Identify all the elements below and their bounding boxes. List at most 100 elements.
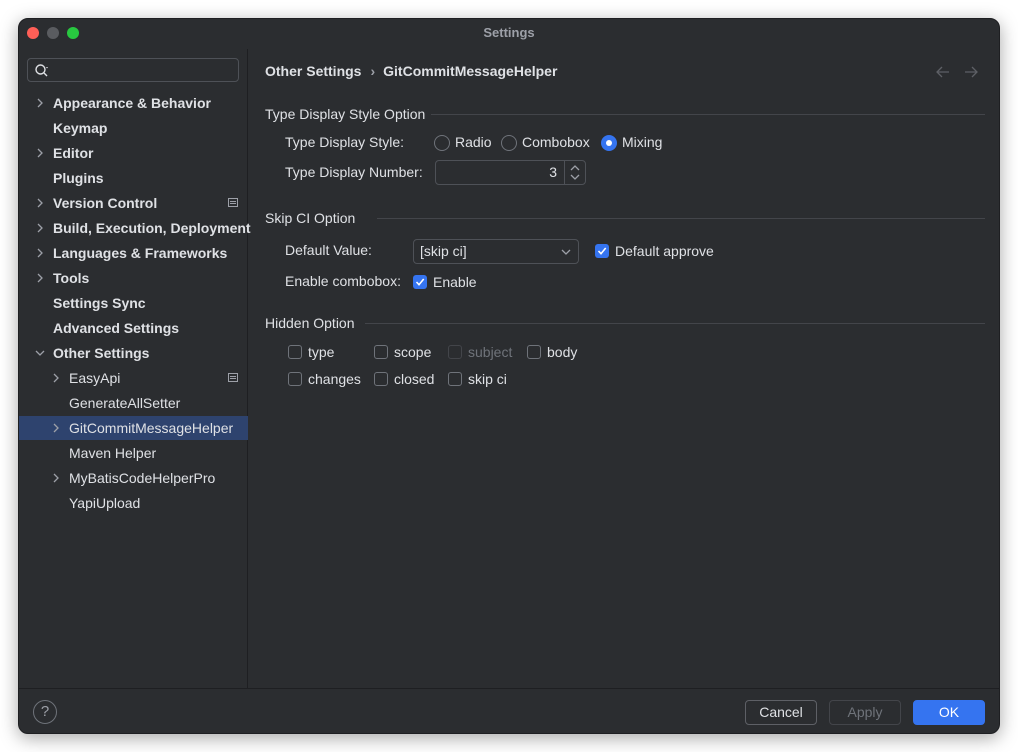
settings-sidebar: Appearance & Behavior Keymap Editor Plug… <box>19 49 251 688</box>
sidebar-item-label: Build, Execution, Deployment <box>53 220 251 236</box>
history-navigation <box>936 66 978 78</box>
chevron-right-icon[interactable] <box>35 148 45 158</box>
radio-option-radio-label[interactable]: Radio <box>455 134 492 150</box>
chevron-right-icon[interactable] <box>51 473 61 483</box>
chevron-down-icon[interactable] <box>35 348 45 358</box>
maximize-window-button[interactable] <box>67 27 79 39</box>
stepper-value[interactable]: 3 <box>549 164 557 180</box>
sidebar-item-editor[interactable]: Editor <box>19 141 248 165</box>
type-display-number-stepper[interactable]: 3 <box>435 160 586 185</box>
enable-label[interactable]: Enable <box>433 274 477 290</box>
radio-option-radio[interactable] <box>434 135 450 151</box>
check-icon <box>415 278 425 286</box>
help-button[interactable]: ? <box>33 700 57 724</box>
breadcrumb-current: GitCommitMessageHelper <box>383 63 558 79</box>
hidden-scope-label[interactable]: scope <box>394 344 431 360</box>
sidebar-item-label: Languages & Frameworks <box>53 245 228 261</box>
hidden-body-checkbox[interactable] <box>527 345 541 359</box>
dialog-footer: ? Cancel Apply OK <box>19 688 999 733</box>
hidden-skip-ci-label[interactable]: skip ci <box>468 371 507 387</box>
hidden-subject-label: subject <box>468 344 513 360</box>
close-window-button[interactable] <box>27 27 39 39</box>
chevron-right-icon[interactable] <box>51 423 61 433</box>
enable-combobox-checkbox[interactable] <box>413 275 427 289</box>
breadcrumb-separator-icon: › <box>370 63 376 79</box>
sidebar-item-label: Plugins <box>53 170 104 186</box>
sidebar-item-gitcommitmessagehelper[interactable]: GitCommitMessageHelper <box>19 416 248 440</box>
ok-button[interactable]: OK <box>913 700 985 725</box>
back-arrow-icon[interactable] <box>936 66 949 78</box>
default-value-label: Default Value: <box>285 242 372 258</box>
radio-option-combobox-label[interactable]: Combobox <box>522 134 590 150</box>
section-divider <box>365 323 985 324</box>
title-bar: Settings <box>19 19 999 49</box>
sidebar-item-easyapi[interactable]: EasyApi <box>19 366 248 390</box>
sidebar-item-label: MyBatisCodeHelperPro <box>69 470 216 486</box>
chevron-right-icon[interactable] <box>35 198 45 208</box>
cancel-button[interactable]: Cancel <box>745 700 817 725</box>
search-icon <box>35 64 48 77</box>
sidebar-item-label: GenerateAllSetter <box>69 395 181 411</box>
hidden-skip-ci-checkbox[interactable] <box>448 372 462 386</box>
sidebar-item-other-settings[interactable]: Other Settings <box>19 341 248 365</box>
sidebar-item-label: GitCommitMessageHelper <box>69 420 234 436</box>
hidden-type-label[interactable]: type <box>308 344 334 360</box>
sidebar-item-label: Settings Sync <box>53 295 146 311</box>
default-value-dropdown[interactable]: [skip ci] <box>413 239 579 264</box>
settings-content: Other Settings › GitCommitMessageHelper Ty… <box>249 49 999 688</box>
chevron-right-icon[interactable] <box>35 273 45 283</box>
radio-option-combobox[interactable] <box>501 135 517 151</box>
sidebar-item-label: Tools <box>53 270 90 286</box>
settings-search-input[interactable] <box>27 58 239 82</box>
chevron-right-icon[interactable] <box>35 248 45 258</box>
hidden-subject-checkbox <box>448 345 462 359</box>
check-icon <box>597 247 607 255</box>
default-approve-label[interactable]: Default approve <box>615 243 714 259</box>
apply-button[interactable]: Apply <box>829 700 901 725</box>
sidebar-item-appearance-behavior[interactable]: Appearance & Behavior <box>19 91 248 115</box>
sidebar-item-label: Version Control <box>53 195 158 211</box>
hidden-changes-checkbox[interactable] <box>288 372 302 386</box>
sidebar-item-yapiupload[interactable]: YapiUpload <box>19 491 248 515</box>
enable-combobox-label: Enable combobox: <box>285 273 401 289</box>
section-divider <box>431 114 985 115</box>
breadcrumb-parent[interactable]: Other Settings <box>265 63 361 79</box>
dropdown-selected-value: [skip ci] <box>420 243 467 259</box>
section-divider <box>377 218 985 219</box>
sidebar-item-keymap[interactable]: Keymap <box>19 116 248 140</box>
hidden-closed-label[interactable]: closed <box>394 371 434 387</box>
skip-ci-section-title: Skip CI Option <box>265 210 356 226</box>
forward-arrow-icon[interactable] <box>965 66 978 78</box>
minimize-window-button[interactable] <box>47 27 59 39</box>
hidden-scope-checkbox[interactable] <box>374 345 388 359</box>
type-display-number-label: Type Display Number: <box>285 164 423 180</box>
sidebar-item-version-control[interactable]: Version Control <box>19 191 248 215</box>
sidebar-item-settings-sync[interactable]: Settings Sync <box>19 291 248 315</box>
breadcrumb: Other Settings › GitCommitMessageHelper <box>265 63 557 79</box>
settings-window: Settings Appearance & Behavior Keymap Ed… <box>18 18 1000 734</box>
sidebar-item-mybatiscodehelperpro[interactable]: MyBatisCodeHelperPro <box>19 466 248 490</box>
sidebar-item-generateallsetter[interactable]: GenerateAllSetter <box>19 391 248 415</box>
hidden-closed-checkbox[interactable] <box>374 372 388 386</box>
chevron-down-icon <box>561 249 571 255</box>
sidebar-item-label: Keymap <box>53 120 108 136</box>
hidden-changes-label[interactable]: changes <box>308 371 361 387</box>
chevron-right-icon[interactable] <box>35 223 45 233</box>
sidebar-item-build-execution-deployment[interactable]: Build, Execution, Deployment <box>19 216 251 240</box>
sidebar-item-plugins[interactable]: Plugins <box>19 166 248 190</box>
chevron-right-icon[interactable] <box>51 373 61 383</box>
stepper-arrows-icon[interactable] <box>569 164 581 181</box>
hidden-body-label[interactable]: body <box>547 344 577 360</box>
type-display-section-title: Type Display Style Option <box>265 106 426 122</box>
sidebar-item-maven-helper[interactable]: Maven Helper <box>19 441 248 465</box>
radio-option-mixing-label[interactable]: Mixing <box>622 134 662 150</box>
sidebar-item-languages-frameworks[interactable]: Languages & Frameworks <box>19 241 248 265</box>
chevron-right-icon[interactable] <box>35 98 45 108</box>
radio-option-mixing[interactable] <box>601 135 617 151</box>
hidden-type-checkbox[interactable] <box>288 345 302 359</box>
sidebar-item-advanced-settings[interactable]: Advanced Settings <box>19 316 248 340</box>
sidebar-item-label: Advanced Settings <box>53 320 180 336</box>
sidebar-item-tools[interactable]: Tools <box>19 266 248 290</box>
sidebar-item-label: YapiUpload <box>69 495 141 511</box>
default-approve-checkbox[interactable] <box>595 244 609 258</box>
